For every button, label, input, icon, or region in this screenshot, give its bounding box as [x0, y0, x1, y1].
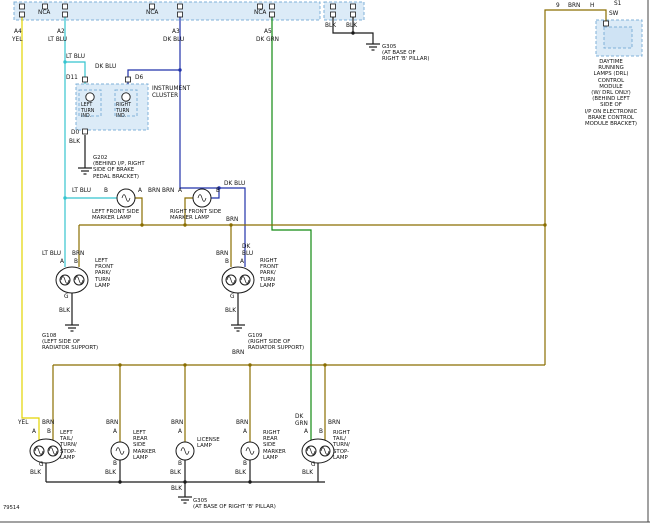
left-turn-indicator-icon	[86, 93, 94, 101]
wiring-diagram-page: NCANCANCAA4YELA2LT BLUA3DK BLUA5DK GRNBL…	[0, 0, 650, 531]
connector-boxes	[14, 2, 642, 130]
g202-ground-icon	[78, 168, 92, 174]
wire-dark-blue	[128, 17, 245, 267]
brn-drl-feed	[545, 10, 606, 365]
drl-module-inner-box	[604, 27, 632, 48]
wire-yellow	[22, 17, 39, 441]
wiring-diagram-canvas	[0, 0, 650, 531]
g305-top-ground-icon	[366, 44, 380, 50]
yel-feed-wire	[22, 17, 39, 441]
dkblu-cluster-branch	[128, 70, 180, 84]
junction-dots-dkblu	[178, 68, 220, 189]
wire-light-blue	[65, 17, 117, 267]
junction-dots-blk	[118, 31, 354, 483]
g108-ground-icon	[65, 325, 79, 331]
dkblu-marker-stub	[211, 188, 219, 198]
g109-ground-icon	[231, 325, 245, 331]
wire-brown	[53, 10, 606, 442]
right-turn-indicator-icon	[122, 93, 130, 101]
dkgrn-feed-wire	[272, 17, 311, 441]
wire-dark-green	[272, 17, 311, 441]
blk-connector-box	[324, 2, 364, 20]
dkblu-main-wire	[180, 70, 245, 267]
g305-bottom-ground-icon	[178, 497, 192, 503]
brn-rf-marker-drop	[185, 198, 193, 225]
ltblu-cluster-branch	[65, 62, 85, 84]
brn-lf-marker-drop	[135, 198, 142, 225]
junction-dots-brn	[118, 223, 546, 366]
